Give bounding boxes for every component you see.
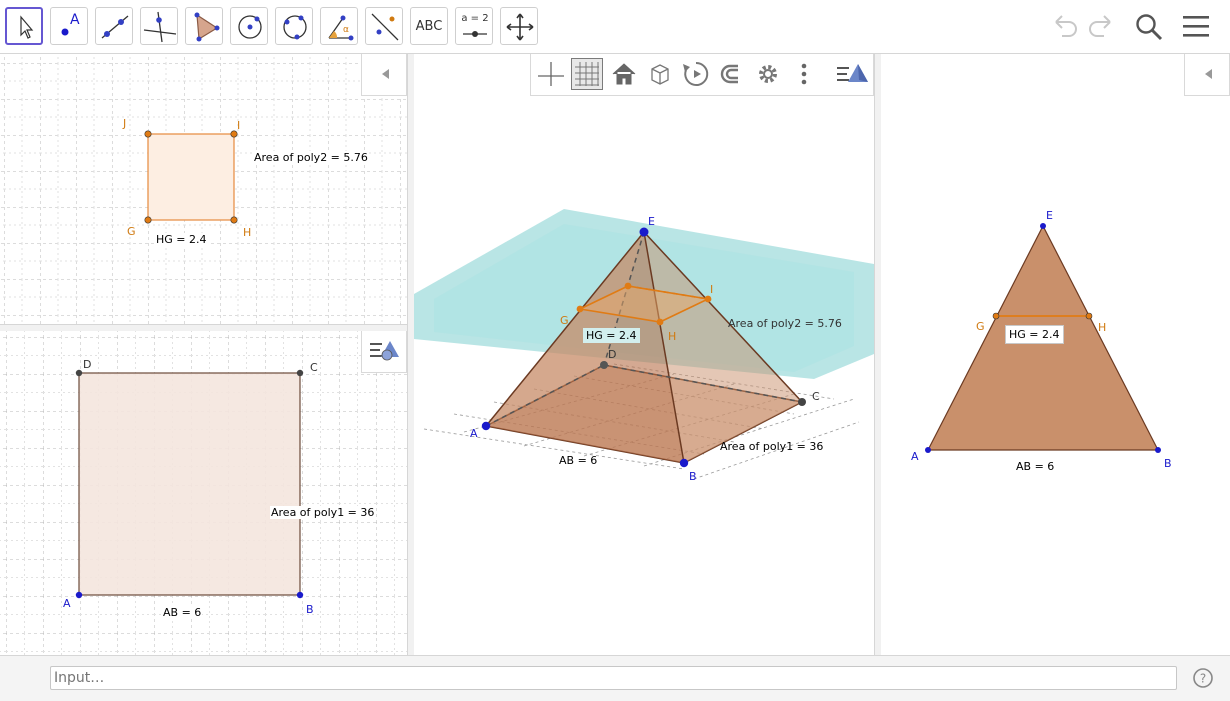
grid-icon [575, 62, 599, 86]
segment-hg-label: HG = 2.4 [155, 233, 208, 246]
point-label-e-3d: E [648, 215, 655, 228]
point-label-c-3d: C [812, 390, 820, 403]
grid-top-left [0, 54, 407, 324]
polygon-icon [194, 12, 220, 42]
text-tool-button[interactable]: ABC [410, 7, 448, 45]
algebra-input-field[interactable] [50, 666, 1177, 690]
slider-icon [463, 31, 487, 37]
circle-three-points-tool-button[interactable] [275, 7, 313, 45]
square-poly2 [147, 133, 235, 221]
move-arrows-icon [506, 13, 534, 41]
point-label-a-right: A [911, 450, 919, 463]
collapse-right-view-button[interactable] [1184, 54, 1230, 96]
style-bar-icon [370, 341, 399, 361]
move-tool-button[interactable] [5, 7, 43, 45]
point-label-h: H [243, 226, 252, 239]
reflect-line-icon [371, 13, 399, 41]
point-label-a-3d: A [470, 427, 478, 440]
text-tool-label: ABC [415, 18, 443, 34]
area-poly1-label-3d: Area of poly1 = 36 [720, 440, 824, 453]
perpendicular-line-tool-button[interactable] [140, 7, 178, 45]
point-label-c: C [310, 361, 318, 374]
home-icon[interactable] [608, 58, 640, 90]
circle-three-points-icon [283, 15, 307, 40]
svg-text:?: ? [1200, 672, 1206, 686]
point-label-b-3d: B [689, 470, 697, 483]
angle-icon [328, 15, 354, 41]
angle-tool-button[interactable]: α [320, 7, 358, 45]
slider-tool-button[interactable]: a = 2 [455, 7, 493, 45]
angle-tool-label: α [343, 25, 349, 35]
chevron-left-icon [382, 69, 389, 79]
point-tool-button[interactable]: A [50, 7, 88, 45]
segment-hg-label-right: HG = 2.4 [1005, 325, 1064, 344]
segment-ab-label-3d: AB = 6 [559, 454, 598, 467]
point-label-h-right: H [1098, 321, 1107, 334]
point-label-b-right: B [1164, 457, 1172, 470]
menu-hamburger-icon[interactable] [1181, 12, 1211, 42]
point-label-g: G [127, 225, 136, 238]
grid-bottom-left [0, 331, 407, 655]
circle-icon [238, 15, 262, 39]
undo-icon[interactable] [1050, 12, 1080, 42]
input-bar: ? [0, 655, 1230, 701]
point-label-i: I [237, 119, 241, 132]
rotate-view-icon[interactable] [680, 58, 712, 90]
point-tool-label: A [70, 12, 80, 28]
toolbar: A α ABC a = 2 [0, 0, 1230, 54]
area-poly2-label-3d: Area of poly2 = 5.76 [728, 317, 842, 330]
graphics-view-bottom-left[interactable]: D C A B Area of poly1 = 36 AB = 6 [0, 331, 407, 655]
grid-toggle-button[interactable] [571, 58, 603, 90]
polygon-tool-button[interactable] [185, 7, 223, 45]
collapse-view-button[interactable] [361, 54, 407, 96]
point-label-e-right: E [1046, 209, 1053, 222]
line-icon [101, 15, 129, 39]
point-label-g-right: G [976, 320, 985, 333]
point-label-h-3d: H [668, 330, 677, 343]
reflect-tool-button[interactable] [365, 7, 403, 45]
perpendicular-line-icon [143, 11, 177, 43]
segment-ab-label: AB = 6 [162, 606, 203, 619]
graphics-view-top-left[interactable]: J I G H Area of poly2 = 5.76 HG = 2.4 [0, 54, 407, 324]
settings-gear-icon[interactable] [752, 58, 784, 90]
pyramid-3d-drawing [414, 209, 874, 480]
point-label-d-3d: D [608, 348, 617, 361]
point-label-j: J [123, 117, 127, 130]
move-graphics-view-tool-button[interactable] [500, 7, 538, 45]
cursor-arrow-icon [20, 15, 34, 39]
style-bar-3d-toggle-icon[interactable] [833, 58, 871, 90]
point-label-b: B [306, 603, 314, 616]
line-tool-button[interactable] [95, 7, 133, 45]
segment-hg-label-3d: HG = 2.4 [583, 328, 640, 343]
graphics-view-right[interactable]: E G H A B HG = 2.4 AB = 6 [881, 54, 1230, 655]
help-icon[interactable]: ? [1192, 667, 1214, 689]
search-icon[interactable] [1133, 11, 1165, 43]
point-label-g-3d: G [560, 314, 569, 327]
circle-tool-button[interactable] [230, 7, 268, 45]
view-cube-icon[interactable] [644, 58, 676, 90]
more-vertical-icon[interactable] [788, 58, 820, 90]
area-poly1-label: Area of poly1 = 36 [270, 506, 376, 519]
triangle-cross-section-drawing [925, 223, 1161, 453]
redo-icon[interactable] [1086, 12, 1116, 42]
style-bar-toggle-button[interactable] [361, 331, 407, 373]
chevron-left-icon [1205, 69, 1212, 79]
area-poly2-label: Area of poly2 = 5.76 [253, 151, 369, 164]
projection-icon[interactable] [716, 58, 748, 90]
point-label-i-3d: I [710, 283, 714, 296]
axes-toggle-icon[interactable] [535, 58, 567, 90]
segment-ab-label-right: AB = 6 [1016, 460, 1055, 473]
point-label-d: D [83, 358, 92, 371]
style-bar-3d [530, 54, 874, 96]
square-poly1 [78, 372, 301, 596]
point-label-a: A [63, 597, 71, 610]
graphics-view-3d[interactable]: E G I H D A B C HG = 2.4 Area of poly2 =… [414, 54, 874, 655]
